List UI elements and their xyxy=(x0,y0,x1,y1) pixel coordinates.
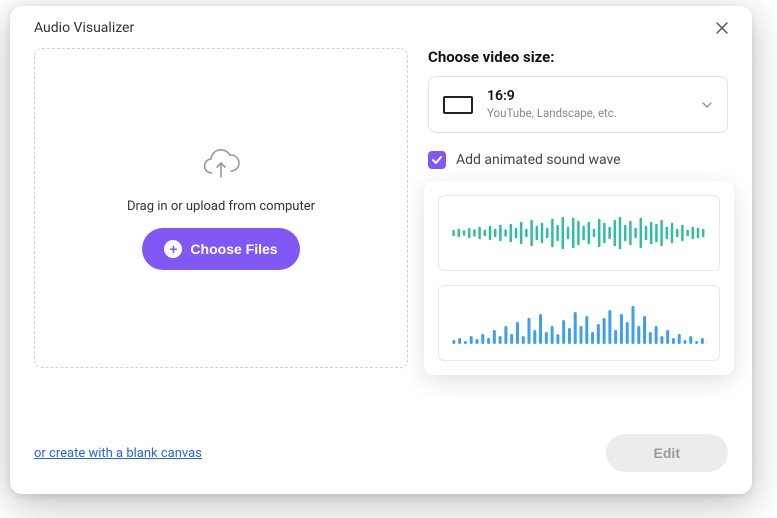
ratio-title: 16:9 xyxy=(487,89,687,104)
video-size-select[interactable]: 16:9 YouTube, Landscape, etc. xyxy=(428,76,728,133)
plus-icon: + xyxy=(164,240,182,258)
right-panel: Choose video size: 16:9 YouTube, Landsca… xyxy=(428,48,728,375)
close-button[interactable] xyxy=(712,18,732,38)
chevron-down-icon xyxy=(701,98,713,112)
cloud-upload-icon xyxy=(201,147,241,185)
modal-content: Drag in or upload from computer + Choose… xyxy=(10,48,752,375)
choose-files-button[interactable]: + Choose Files xyxy=(142,228,299,270)
ratio-info: 16:9 YouTube, Landscape, etc. xyxy=(487,89,687,120)
choose-files-label: Choose Files xyxy=(190,241,277,257)
sound-wave-checkbox[interactable] xyxy=(428,151,446,169)
waveform-blue-icon xyxy=(451,298,707,348)
wave-style-option-1[interactable] xyxy=(438,195,720,271)
modal-title: Audio Visualizer xyxy=(34,20,134,36)
upload-dropzone[interactable]: Drag in or upload from computer + Choose… xyxy=(34,48,408,368)
audio-visualizer-modal: Audio Visualizer Drag in or upload from … xyxy=(10,6,752,494)
sound-wave-checkbox-label: Add animated sound wave xyxy=(456,152,621,168)
wave-style-option-2[interactable] xyxy=(438,285,720,361)
modal-header: Audio Visualizer xyxy=(10,6,752,48)
choose-size-label: Choose video size: xyxy=(428,48,728,66)
dropzone-text: Drag in or upload from computer xyxy=(127,199,315,214)
close-icon xyxy=(715,21,729,35)
modal-footer: or create with a blank canvas Edit xyxy=(34,434,728,472)
sound-wave-checkbox-row: Add animated sound wave xyxy=(428,151,728,169)
ratio-subtitle: YouTube, Landscape, etc. xyxy=(487,106,687,120)
wave-style-card xyxy=(424,181,734,375)
waveform-green-icon xyxy=(451,208,707,258)
aspect-ratio-icon xyxy=(443,96,473,114)
blank-canvas-link[interactable]: or create with a blank canvas xyxy=(34,446,202,461)
edit-button[interactable]: Edit xyxy=(606,434,728,472)
check-icon xyxy=(431,155,443,165)
left-panel: Drag in or upload from computer + Choose… xyxy=(34,48,408,375)
